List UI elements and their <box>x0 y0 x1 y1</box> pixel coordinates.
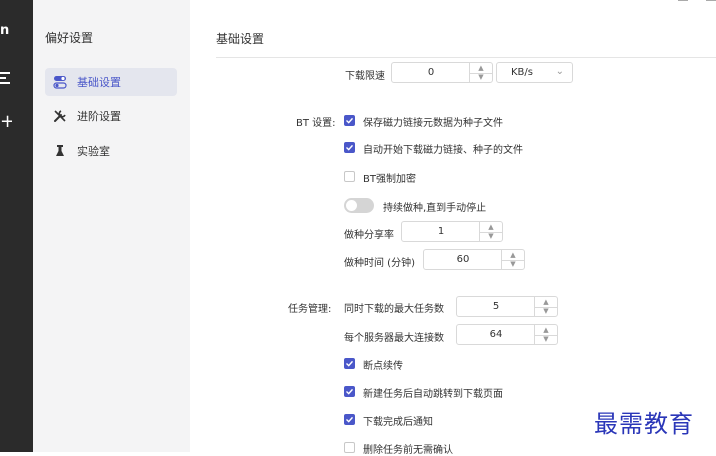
decrement-icon[interactable]: ▼ <box>480 232 502 242</box>
sidebar-item-basic[interactable]: 基础设置 <box>45 68 177 96</box>
sidebar-item-label: 基础设置 <box>77 76 121 89</box>
page-title: 基础设置 <box>216 32 265 46</box>
speed-limit-value[interactable]: 0 <box>392 63 470 82</box>
check-icon <box>346 416 354 423</box>
keep-seeding-toggle[interactable] <box>344 198 374 213</box>
no-confirm-delete-label: 删除任务前无需确认 <box>363 445 453 456</box>
save-magnet-label: 保存磁力链接元数据为种子文件 <box>363 118 503 129</box>
sidebar-item-label: 进阶设置 <box>77 110 121 123</box>
auto-start-label: 自动开始下载磁力链接、种子的文件 <box>363 145 523 156</box>
notify-label: 下载完成后通知 <box>363 417 433 428</box>
auto-start-checkbox[interactable] <box>344 142 355 153</box>
force-encrypt-checkbox[interactable] <box>344 171 355 182</box>
max-tasks-value[interactable]: 5 <box>457 297 535 316</box>
seed-ratio-label: 做种分享率 <box>344 230 394 241</box>
max-connections-stepper[interactable]: 64 ▲ ▼ <box>456 324 558 345</box>
seed-time-label: 做种时间 (分钟) <box>344 258 415 269</box>
flask-icon <box>53 144 67 158</box>
notify-checkbox[interactable] <box>344 414 355 425</box>
settings-sidebar: 偏好设置 基础设置 进阶设置 实验室 <box>33 0 190 452</box>
auto-jump-label: 新建任务后自动跳转到下载页面 <box>363 389 503 400</box>
seed-ratio-stepper[interactable]: 1 ▲ ▼ <box>401 221 503 242</box>
settings-main: 基础设置 下载限速 0 ▲ ▼ KB/s ⌄ BT 设置: 保存磁力链接元数据为种… <box>190 0 716 456</box>
max-tasks-label: 同时下载的最大任务数 <box>344 304 444 315</box>
decrement-icon[interactable]: ▼ <box>535 307 557 317</box>
resume-label: 断点续传 <box>363 361 403 372</box>
minimize-icon[interactable] <box>678 0 688 5</box>
maximize-icon[interactable] <box>706 0 716 5</box>
app-rail: n + <box>0 0 33 452</box>
decrement-icon[interactable]: ▼ <box>502 260 524 270</box>
check-icon <box>346 144 354 151</box>
decrement-icon[interactable]: ▼ <box>470 73 492 83</box>
chevron-down-icon: ⌄ <box>555 66 564 77</box>
sidebar-item-label: 实验室 <box>77 145 110 158</box>
sidebar-item-advanced[interactable]: 进阶设置 <box>45 102 177 130</box>
menu-icon[interactable] <box>0 72 12 84</box>
seed-time-value[interactable]: 60 <box>424 250 502 269</box>
app-logo: n <box>0 24 10 38</box>
tools-icon <box>53 109 67 123</box>
seed-ratio-value[interactable]: 1 <box>402 222 480 241</box>
check-icon <box>346 117 354 124</box>
check-icon <box>346 388 354 395</box>
watermark: 最需教育 <box>594 410 694 438</box>
sidebar-item-lab[interactable]: 实验室 <box>45 137 177 165</box>
seed-time-stepper[interactable]: 60 ▲ ▼ <box>423 249 525 270</box>
task-section-label: 任务管理: <box>288 304 332 315</box>
speed-limit-stepper[interactable]: 0 ▲ ▼ <box>391 62 493 83</box>
check-icon <box>346 360 354 367</box>
speed-unit-select[interactable]: KB/s ⌄ <box>496 62 573 83</box>
speed-unit-value: KB/s <box>511 67 533 78</box>
max-connections-label: 每个服务器最大连接数 <box>344 333 444 344</box>
bt-section-label: BT 设置: <box>296 118 336 129</box>
save-magnet-checkbox[interactable] <box>344 115 355 126</box>
speed-limit-label: 下载限速 <box>345 71 385 82</box>
max-connections-value[interactable]: 64 <box>457 325 535 344</box>
sidebar-title: 偏好设置 <box>45 31 94 45</box>
max-tasks-stepper[interactable]: 5 ▲ ▼ <box>456 296 558 317</box>
keep-seeding-label: 持续做种,直到手动停止 <box>383 203 487 214</box>
add-task-icon[interactable]: + <box>0 115 12 129</box>
auto-jump-checkbox[interactable] <box>344 386 355 397</box>
header-divider <box>216 57 716 58</box>
resume-checkbox[interactable] <box>344 358 355 369</box>
decrement-icon[interactable]: ▼ <box>535 335 557 345</box>
no-confirm-delete-checkbox[interactable] <box>344 442 355 453</box>
toggle-icon <box>53 75 67 89</box>
force-encrypt-label: BT强制加密 <box>363 174 416 185</box>
